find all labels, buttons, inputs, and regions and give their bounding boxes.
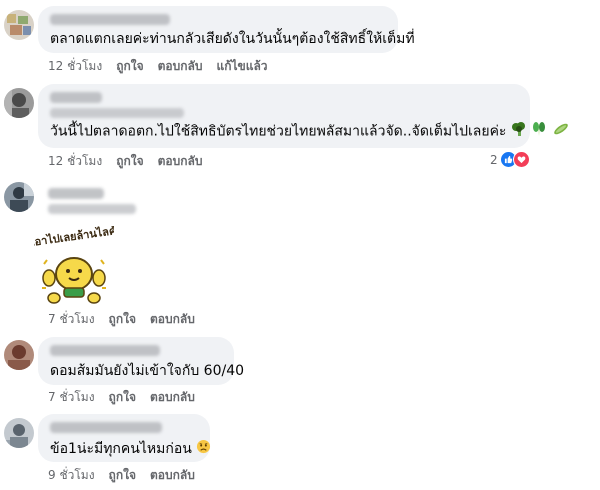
comment-bubble: ตลาดแตกเลยค่ะท่านกลัวเสียดังในวันนั้นๆต้… bbox=[38, 6, 415, 53]
reply-button[interactable]: ตอบกลับ bbox=[150, 388, 195, 407]
author-name-blurred[interactable] bbox=[50, 422, 162, 433]
like-button[interactable]: ถูกใจ bbox=[109, 310, 136, 329]
timestamp[interactable]: 12 ชั่วโมง bbox=[48, 152, 102, 171]
comment-text: ตลาดแตกเลยค่ะท่านกลัวเสียดังในวันนั้นๆต้… bbox=[50, 31, 415, 47]
comment-text: ดอมส้มมันยังไม่เข้าใจกับ 60/40 bbox=[50, 363, 245, 379]
author-block bbox=[48, 186, 136, 214]
comment-text-body: ข้อ1น่ะมีทุกคนไหมก่อน bbox=[50, 441, 192, 457]
sticker-text: เอาไปเลยล้านไลค์ bbox=[34, 226, 114, 249]
reply-button[interactable]: ตอบกลับ bbox=[150, 466, 195, 485]
timestamp[interactable]: 7 ชั่วโมง bbox=[48, 388, 95, 407]
author-name-blurred[interactable] bbox=[48, 188, 104, 199]
broccoli-icon bbox=[511, 121, 527, 142]
sticker[interactable]: เอาไปเลยล้านไลค์ bbox=[30, 223, 117, 306]
avatar[interactable] bbox=[4, 340, 34, 370]
author-name-blurred[interactable] bbox=[50, 14, 170, 25]
comment-text: ข้อ1น่ะมีทุกคนไหมก่อน bbox=[50, 439, 211, 459]
comment-bubble: ข้อ1น่ะมีทุกคนไหมก่อน bbox=[38, 414, 211, 462]
timestamp[interactable]: 12 ชั่วโมง bbox=[48, 57, 102, 76]
avatar[interactable] bbox=[4, 418, 34, 448]
author-name-blurred[interactable] bbox=[50, 92, 102, 103]
bok-choy-icon bbox=[531, 121, 547, 142]
comment-text: วันนี้ไปตลาดอตก.ไปใช้สิทธิบัตรไทยช่วยไทย… bbox=[50, 121, 568, 142]
edited-label[interactable]: แก้ไขแล้ว bbox=[216, 57, 267, 76]
comment-text-body: วันนี้ไปตลาดอตก.ไปใช้สิทธิบัตรไทยช่วยไทย… bbox=[50, 123, 507, 140]
avatar[interactable] bbox=[4, 88, 34, 118]
comment-actions: 9 ชั่วโมง ถูกใจ ตอบกลับ bbox=[48, 466, 195, 485]
timestamp[interactable]: 9 ชั่วโมง bbox=[48, 466, 95, 485]
like-button[interactable]: ถูกใจ bbox=[109, 466, 136, 485]
love-reaction-icon bbox=[512, 151, 530, 168]
comment-actions: 7 ชั่วโมง ถูกใจ ตอบกลับ bbox=[48, 310, 195, 329]
comment-bubble: ดอมส้มมันยังไม่เข้าใจกับ 60/40 bbox=[38, 337, 245, 385]
like-button[interactable]: ถูกใจ bbox=[109, 388, 136, 407]
like-button[interactable]: ถูกใจ bbox=[116, 152, 143, 171]
reply-button[interactable]: ตอบกลับ bbox=[158, 57, 203, 76]
timestamp[interactable]: 7 ชั่วโมง bbox=[48, 310, 95, 329]
avatar[interactable] bbox=[4, 182, 34, 212]
author-name-blurred[interactable] bbox=[50, 345, 160, 356]
reaction-summary[interactable]: 2 bbox=[490, 151, 530, 168]
like-button[interactable]: ถูกใจ bbox=[116, 57, 143, 76]
sad-face-emoji-icon bbox=[196, 439, 211, 459]
author-subtitle-blurred bbox=[50, 108, 184, 118]
author-subtitle-blurred bbox=[48, 204, 136, 214]
comment-actions: 12 ชั่วโมง ถูกใจ ตอบกลับ แก้ไขแล้ว bbox=[48, 57, 268, 76]
cucumber-icon bbox=[552, 121, 570, 142]
reaction-count: 2 bbox=[490, 152, 498, 167]
reply-button[interactable]: ตอบกลับ bbox=[150, 310, 195, 329]
comment-actions: 7 ชั่วโมง ถูกใจ ตอบกลับ bbox=[48, 388, 195, 407]
reply-button[interactable]: ตอบกลับ bbox=[158, 152, 203, 171]
avatar[interactable] bbox=[4, 10, 34, 40]
comment-actions: 12 ชั่วโมง ถูกใจ ตอบกลับ bbox=[48, 152, 202, 171]
comment-bubble: วันนี้ไปตลาดอตก.ไปใช้สิทธิบัตรไทยช่วยไทย… bbox=[38, 84, 568, 148]
